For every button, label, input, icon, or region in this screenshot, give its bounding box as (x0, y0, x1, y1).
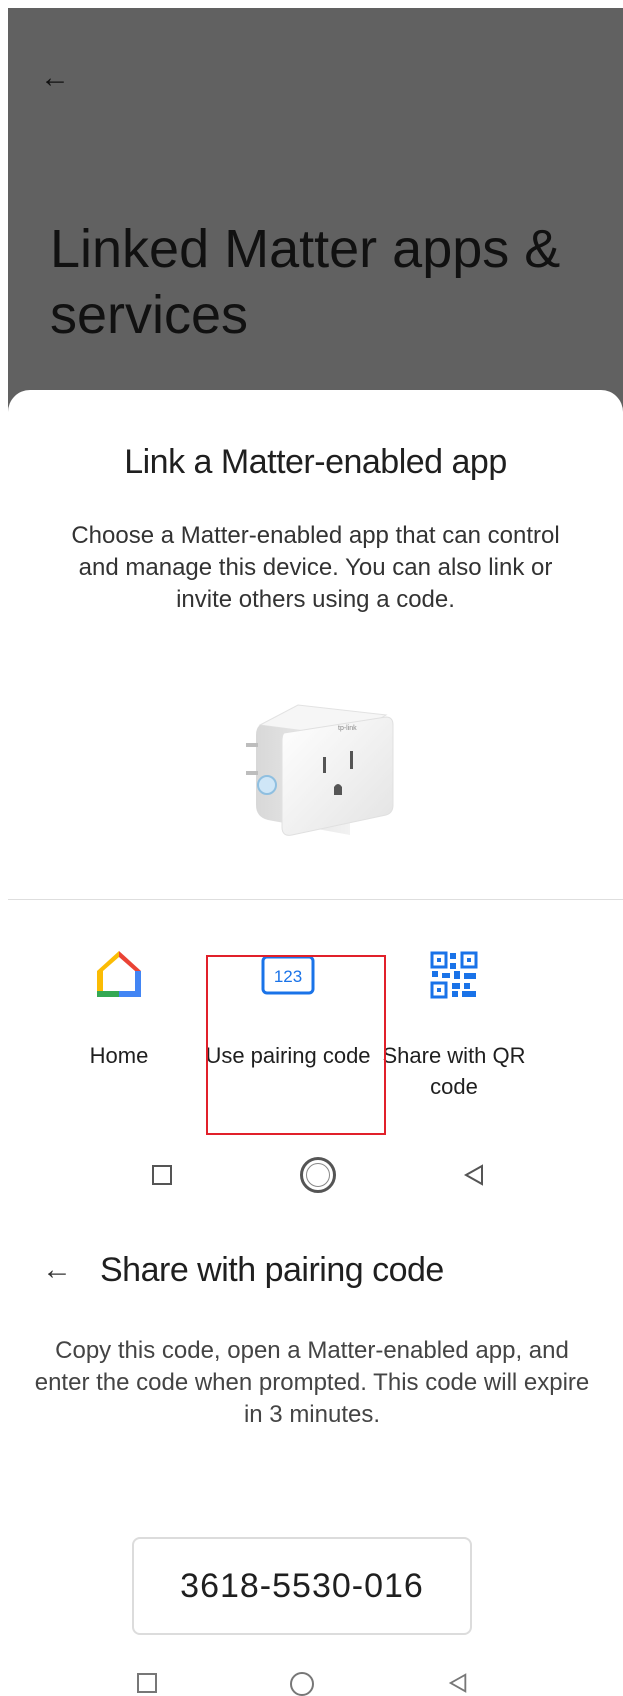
recent-apps-icon[interactable] (152, 1165, 172, 1185)
smart-plug-image: tp-link (246, 704, 394, 836)
highlight-box (206, 955, 386, 1135)
back-nav-icon[interactable] (462, 1163, 486, 1187)
option-home[interactable]: Home (34, 945, 204, 1071)
back-arrow-icon[interactable]: ← (42, 1250, 72, 1290)
google-home-icon (97, 951, 141, 997)
back-arrow-icon[interactable]: ← (40, 58, 80, 98)
sheet-title: Link a Matter-enabled app (124, 443, 507, 481)
divider (8, 899, 623, 900)
home-nav-icon[interactable] (290, 1672, 314, 1696)
svg-text:tp-link: tp-link (338, 725, 357, 732)
option-label: Home (89, 1043, 149, 1068)
sheet-description: Choose a Matter-enabled app that can con… (71, 522, 560, 613)
bottom-sheet: Link a Matter-enabled app Choose a Matte… (8, 390, 623, 1158)
option-label: Share with QR code (382, 1043, 526, 1099)
link-app-screen: ← Linked Matter apps & services Link a M… (8, 8, 623, 1158)
pairing-code-title: Share with pairing code (100, 1251, 444, 1289)
option-share-qr-code[interactable]: Share with QR code (369, 945, 539, 1102)
qr-code-icon (430, 951, 478, 999)
system-nav-bar (0, 1145, 623, 1205)
home-nav-icon[interactable] (300, 1157, 336, 1193)
pairing-code-value[interactable]: 3618-5530-016 (132, 1537, 472, 1635)
system-nav-bar (0, 1672, 623, 1696)
pairing-code-description: Copy this code, open a Matter-enabled ap… (34, 1337, 590, 1428)
recent-apps-icon[interactable] (137, 1673, 157, 1693)
page-title: Linked Matter apps & services (50, 219, 561, 345)
